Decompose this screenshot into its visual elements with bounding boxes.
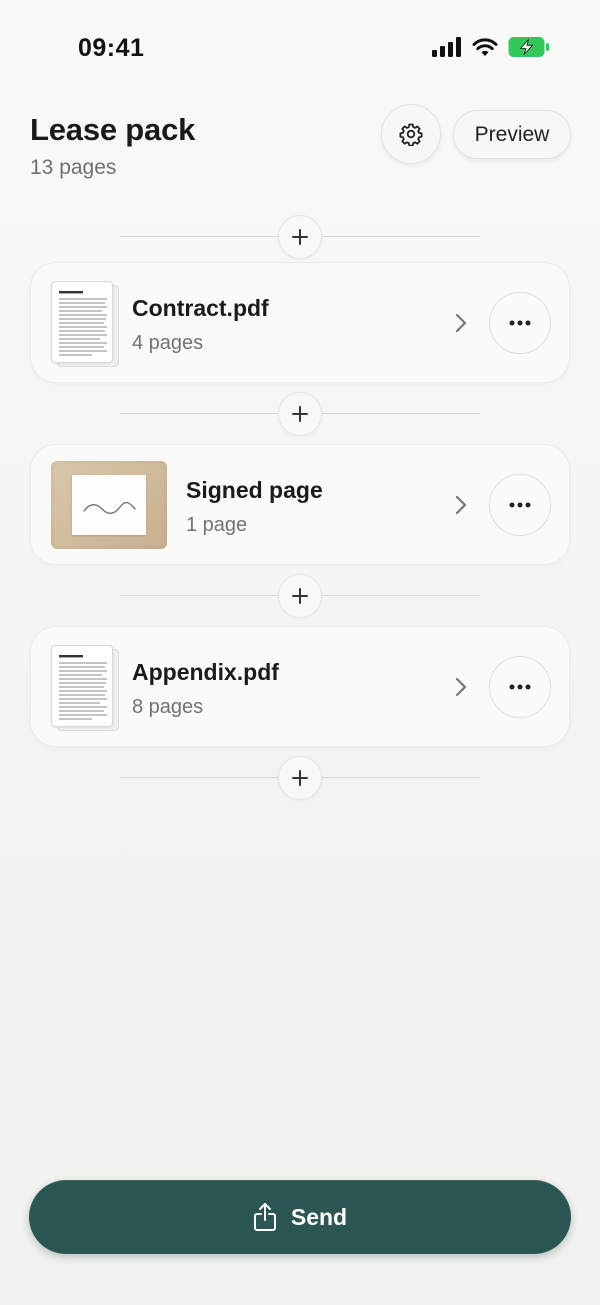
- ellipsis-icon: [509, 502, 531, 508]
- insert-document-button[interactable]: [278, 392, 322, 436]
- document-name: Appendix.pdf: [132, 659, 279, 685]
- more-options-button[interactable]: [489, 656, 551, 718]
- document-info: Contract.pdf 4 pages: [132, 295, 269, 355]
- document-card[interactable]: Signed page 1 page: [30, 444, 570, 565]
- document-page-count: 4 pages: [132, 332, 204, 354]
- more-options-button[interactable]: [489, 474, 551, 536]
- document-lines-icon: [59, 291, 107, 356]
- ellipsis-icon: [509, 684, 531, 690]
- settings-button[interactable]: [381, 104, 441, 164]
- document-info: Appendix.pdf 8 pages: [132, 659, 279, 719]
- wifi-icon: [472, 38, 498, 56]
- document-info: Signed page 1 page: [186, 477, 323, 537]
- ellipsis-icon: [509, 320, 531, 326]
- signature-paper: [72, 475, 146, 535]
- document-lines-icon: [59, 655, 107, 720]
- send-label: Send: [290, 1203, 348, 1230]
- insert-divider: [120, 392, 480, 436]
- status-time: 09:41: [78, 34, 145, 62]
- insert-document-button[interactable]: [278, 215, 322, 259]
- status-icons: [432, 36, 550, 58]
- gear-icon: [399, 123, 423, 146]
- document-name: Signed page: [186, 477, 323, 503]
- signature-icon: [83, 501, 136, 514]
- plus-icon: [292, 229, 308, 245]
- status-bar: 09:41: [0, 0, 600, 98]
- chevron-right-icon[interactable]: [451, 311, 471, 335]
- battery-charging-icon: [508, 37, 549, 57]
- share-icon: [253, 1203, 276, 1231]
- photo-thumbnail: [51, 461, 167, 549]
- chevron-right-icon[interactable]: [451, 493, 471, 517]
- pdf-thumbnail: [51, 645, 119, 731]
- insert-document-button[interactable]: [278, 574, 322, 618]
- document-name: Contract.pdf: [132, 295, 269, 321]
- document-card[interactable]: Appendix.pdf 8 pages: [30, 626, 570, 747]
- more-options-button[interactable]: [489, 292, 551, 354]
- plus-icon: [292, 770, 308, 786]
- page-title: Lease pack: [30, 112, 196, 147]
- document-page-count: 8 pages: [132, 696, 204, 718]
- plus-icon: [292, 406, 308, 422]
- insert-divider: [120, 574, 480, 618]
- send-button[interactable]: Send: [29, 1180, 571, 1254]
- insert-divider: [120, 756, 480, 800]
- plus-icon: [292, 588, 308, 604]
- cellular-signal-icon: [432, 37, 461, 57]
- chevron-right-icon[interactable]: [451, 675, 471, 699]
- pdf-thumbnail: [51, 281, 119, 367]
- header: Lease pack 13 pages: [30, 112, 195, 180]
- insert-divider: [120, 215, 480, 259]
- page-count: 13 pages: [30, 156, 117, 179]
- preview-button[interactable]: Preview: [453, 110, 571, 159]
- document-card[interactable]: Contract.pdf 4 pages: [30, 262, 570, 383]
- insert-document-button[interactable]: [278, 756, 322, 800]
- document-page-count: 1 page: [186, 514, 248, 536]
